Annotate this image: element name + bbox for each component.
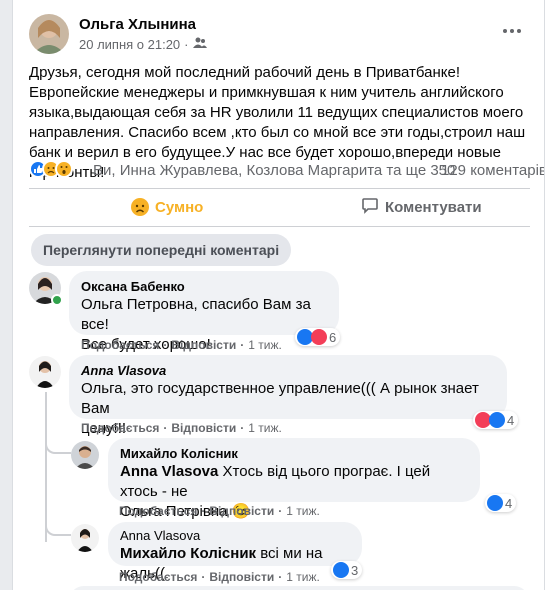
wow-emoji — [55, 160, 73, 178]
reply-bubble: Anna Vlasova Михайло Колісник всі ми на … — [108, 522, 362, 582]
thread-line — [45, 392, 47, 542]
more-icon[interactable] — [503, 24, 527, 38]
reply-time[interactable]: 1 тиж. — [286, 570, 320, 584]
comment-actions: Подобається · Відповісти · 1 тиж. — [81, 421, 282, 435]
like-icon — [333, 562, 349, 578]
reaction-count: 4 — [505, 495, 513, 511]
comment-time[interactable]: 1 тиж. — [248, 338, 282, 352]
reply-author[interactable]: Михайло Колісник — [120, 446, 468, 462]
sad-reaction-button[interactable]: Сумно — [131, 196, 203, 218]
author-name[interactable]: Ольга Хлынина — [79, 16, 196, 33]
like-comment-link[interactable]: Подобається — [119, 504, 197, 518]
like-comment-link[interactable]: Подобається — [81, 421, 159, 435]
view-previous-comments-button[interactable]: Переглянути попередні коментарі — [31, 234, 292, 266]
love-icon — [311, 329, 327, 345]
like-icon — [487, 495, 503, 511]
post-date[interactable]: 20 липня о 21:20 — [79, 37, 180, 52]
post-card: Ольга Хлынина 20 липня о 21:20 · Друзья,… — [12, 0, 545, 590]
comment-icon — [361, 196, 379, 218]
reply-link[interactable]: Відповісти — [171, 421, 236, 435]
divider — [29, 188, 530, 189]
comment-reactions[interactable]: 4 — [473, 411, 519, 429]
mention[interactable]: Anna Vlasova — [120, 463, 218, 480]
replier-avatar[interactable] — [71, 524, 99, 552]
comment-text-line1: Ольга Петровна, спасибо Вам за все! — [81, 296, 311, 333]
comment-time[interactable]: 1 тиж. — [248, 421, 282, 435]
comment-actions: Подобається · Відповісти · 1 тиж. — [81, 338, 282, 352]
comment-author[interactable]: Anna Vlasova — [81, 363, 495, 379]
online-indicator — [51, 294, 63, 306]
reply-bubble: Михайло Колісник Anna Vlasova Хтось від … — [108, 438, 480, 520]
friends-icon — [192, 37, 207, 52]
comment-bubble: Anna Vlasova Ольга, это государственное … — [69, 355, 507, 437]
reaction-count: 4 — [507, 412, 515, 428]
reply-time[interactable]: 1 тиж. — [286, 504, 320, 518]
mention[interactable]: Михайло Колісник — [120, 545, 256, 562]
comment-bubble: Оксана Бабенко Ольга Петровна, спасибо В… — [69, 271, 339, 353]
thread-connector — [45, 440, 71, 454]
comment-button[interactable]: Коментувати — [361, 196, 482, 218]
comment-label: Коментувати — [385, 198, 482, 216]
divider — [29, 226, 530, 227]
post-meta: 20 липня о 21:20 · — [79, 37, 207, 52]
reply-author[interactable]: Anna Vlasova — [120, 528, 350, 544]
reply-link[interactable]: Відповісти — [171, 338, 236, 352]
reply-reactions[interactable]: 4 — [485, 494, 517, 512]
reply-actions: Подобається · Відповісти · 1 тиж. — [119, 504, 320, 518]
reply-actions: Подобається · Відповісти · 1 тиж. — [119, 570, 320, 584]
like-comment-link[interactable]: Подобається — [119, 570, 197, 584]
reply-link[interactable]: Відповісти — [209, 504, 274, 518]
comment-text-line1: Ольга, это государственное управление(((… — [81, 380, 479, 417]
sad-emoji — [131, 198, 149, 216]
like-icon — [489, 412, 505, 428]
sad-label: Сумно — [155, 198, 204, 216]
reactions-text[interactable]: Ви, Инна Журавлева, Козлова Маргарита та… — [93, 162, 455, 179]
reaction-count: 6 — [329, 329, 337, 345]
commenter-avatar[interactable] — [29, 356, 61, 388]
thread-connector — [45, 522, 71, 536]
author-avatar[interactable] — [29, 14, 69, 54]
comment-reactions[interactable]: 6 — [295, 328, 341, 346]
replier-avatar[interactable] — [71, 441, 99, 469]
reaction-count: 3 — [351, 562, 359, 578]
reply-text-line1: Anna Vlasova Хтось від цього програє. І … — [120, 463, 431, 500]
comment-composer[interactable] — [69, 586, 529, 590]
comment-author[interactable]: Оксана Бабенко — [81, 279, 327, 295]
reaction-icons[interactable] — [29, 160, 73, 178]
comments-count[interactable]: 129 коментарів — [441, 162, 544, 179]
like-comment-link[interactable]: Подобається — [81, 338, 159, 352]
reply-link[interactable]: Відповісти — [209, 570, 274, 584]
reply-reactions[interactable]: 3 — [331, 561, 363, 579]
